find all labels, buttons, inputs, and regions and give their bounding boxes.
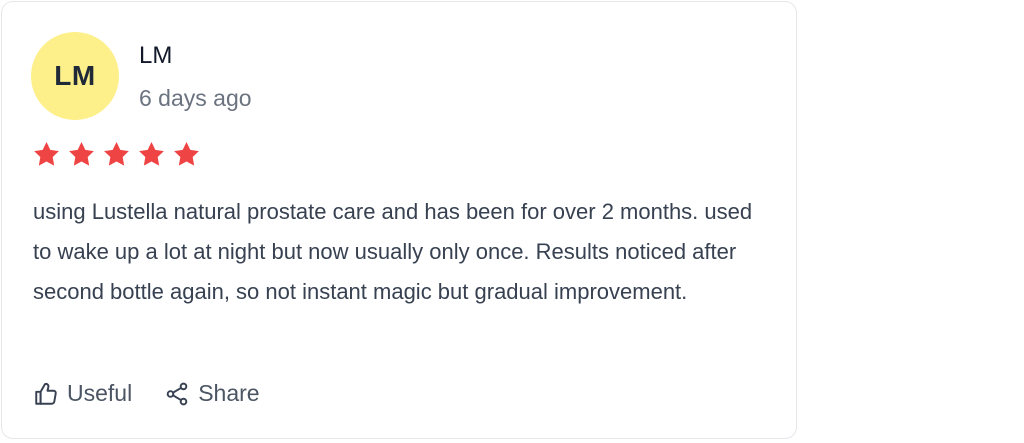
review-header: LM LM 6 days ago [31,32,252,120]
author-name: LM [139,42,173,69]
useful-button[interactable]: Useful [33,380,132,407]
star-icon [138,141,165,167]
star-icon [33,141,60,167]
thumbs-up-icon [33,381,59,407]
review-actions: Useful Share [33,380,260,407]
review-card: LM LM 6 days ago using Lustella natural … [1,1,797,439]
avatar: LM [31,32,119,120]
star-icon [173,141,200,167]
review-date: 6 days ago [139,85,252,111]
review-text: using Lustella natural prostate care and… [33,199,753,304]
useful-label: Useful [67,380,133,406]
share-label: Share [198,380,260,406]
review-meta: LM 6 days ago [139,32,252,113]
star-rating [33,141,200,167]
star-icon [103,141,130,167]
star-icon [68,141,95,167]
share-icon [164,381,190,407]
share-button[interactable]: Share [164,380,260,407]
